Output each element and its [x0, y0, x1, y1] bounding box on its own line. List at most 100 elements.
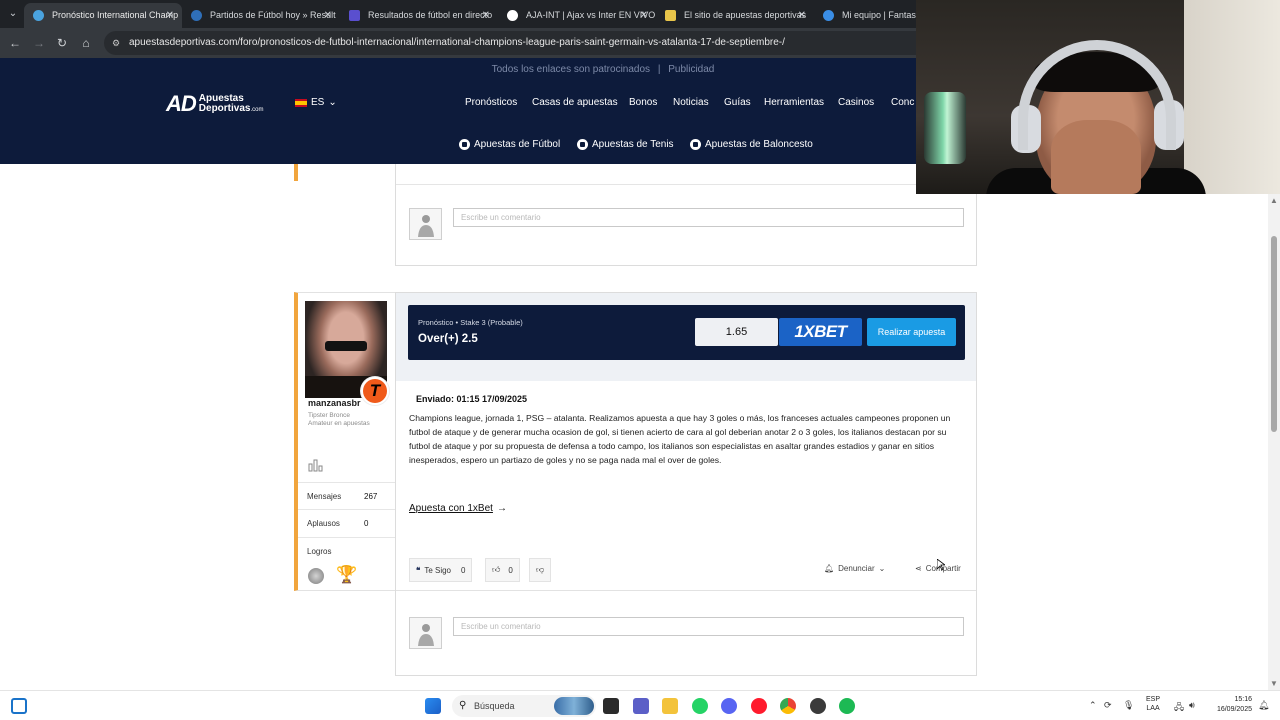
- language-selector[interactable]: ES ⌄: [295, 97, 337, 108]
- browser-tab[interactable]: Pronóstico International Champ ✕: [24, 3, 182, 28]
- nav-item-herramientas[interactable]: Herramientas: [764, 97, 824, 108]
- sponsor-note: Todos los enlaces son patrocinados: [491, 64, 651, 75]
- input-language-indicator[interactable]: ESP LAA: [1146, 695, 1160, 713]
- widgets-icon[interactable]: [11, 698, 27, 714]
- discord-icon[interactable]: [721, 698, 737, 714]
- search-icon: ⚲: [459, 700, 467, 711]
- subnav-label: Apuestas de Baloncesto: [705, 139, 813, 150]
- task-view-icon[interactable]: [603, 698, 619, 714]
- tab-title: Mi equipo | Fantasy F: [842, 10, 916, 20]
- scroll-down-icon[interactable]: ▼: [1270, 679, 1278, 688]
- comment-input[interactable]: Escribe un comentario: [453, 208, 964, 227]
- medal-icon[interactable]: [308, 568, 324, 584]
- taskbar-search[interactable]: ⚲ Búsqueda: [452, 695, 596, 717]
- chevron-up-icon[interactable]: ⌃: [1089, 700, 1097, 711]
- windows-start-icon[interactable]: [425, 698, 441, 714]
- spotify-icon[interactable]: [839, 698, 855, 714]
- previous-post-accent: [294, 164, 298, 181]
- link-label: Apuesta con 1xBet: [409, 503, 493, 514]
- nav-item-casinos[interactable]: Casinos: [838, 97, 874, 108]
- reload-icon[interactable]: ↻: [53, 34, 71, 52]
- microphone-icon[interactable]: 🎙︎: [1123, 700, 1134, 711]
- sync-icon[interactable]: ⟳: [1104, 700, 1112, 711]
- tennis-ball-icon: [577, 139, 588, 150]
- nav-item-casas-de-apuestas[interactable]: Casas de apuestas: [532, 97, 618, 108]
- bookmaker-link[interactable]: Apuesta con 1xBet →: [409, 503, 507, 514]
- close-tab-icon[interactable]: ✕: [166, 3, 174, 28]
- bell-icon: 🔔︎: [824, 564, 835, 573]
- site-favicon-icon: [191, 10, 202, 21]
- language-line: ESP: [1146, 696, 1161, 703]
- volume-icon[interactable]: 🔊︎: [1189, 700, 1195, 711]
- follow-icon: ❝: [416, 565, 421, 575]
- scroll-up-icon[interactable]: ▲: [1270, 196, 1278, 205]
- trophy-icon[interactable]: 🏆: [336, 566, 357, 584]
- like-button[interactable]: 👍︎ 0: [485, 558, 520, 582]
- language-code: ES: [311, 97, 325, 108]
- share-icon: ⋖: [915, 564, 922, 573]
- tipster-badge-icon: T: [361, 377, 389, 405]
- place-bet-button[interactable]: Realizar apuesta: [867, 318, 956, 346]
- chrome-icon[interactable]: [780, 698, 796, 714]
- notifications-icon[interactable]: 🔔︎: [1258, 700, 1269, 711]
- file-explorer-icon[interactable]: [662, 698, 678, 714]
- tab-search-chevron-icon[interactable]: ⌄: [4, 5, 22, 23]
- tipster-level: Amateur en apuestas: [308, 420, 370, 427]
- divider: [396, 184, 976, 185]
- close-tab-icon[interactable]: ✕: [798, 3, 806, 28]
- browser-tab[interactable]: El sitio de apuestas deportivas ✕: [656, 3, 814, 28]
- comment-input[interactable]: Escribe un comentario: [453, 617, 964, 636]
- bet-meta: Pronóstico • Stake 3 (Probable): [418, 318, 523, 327]
- browser-tab[interactable]: Partidos de Fútbol hoy » Result ✕: [182, 3, 340, 28]
- site-info-icon[interactable]: ⚙: [112, 36, 126, 50]
- teams-icon[interactable]: [633, 698, 649, 714]
- back-icon[interactable]: ←: [6, 34, 24, 52]
- forward-icon[interactable]: →: [30, 34, 48, 52]
- close-tab-icon[interactable]: ✕: [482, 3, 490, 28]
- network-icon[interactable]: 🖧︎: [1174, 700, 1184, 716]
- follow-button[interactable]: ❝ Te Sigo 0: [409, 558, 473, 582]
- nav-item-guias[interactable]: Guías: [724, 97, 751, 108]
- dislike-button[interactable]: 👎︎: [529, 558, 552, 582]
- subnav-tennis[interactable]: Apuestas de Tenis: [577, 139, 674, 150]
- logo-line: Deportivas: [198, 102, 251, 114]
- nav-item-noticias[interactable]: Noticias: [673, 97, 709, 108]
- nav-item-pronosticos[interactable]: Pronósticos: [465, 97, 517, 108]
- achievements: Logros 🏆: [298, 537, 396, 591]
- follow-label: Te Sigo: [424, 565, 451, 575]
- site-logo[interactable]: AD Apuestas Deportivas.com: [166, 91, 263, 116]
- close-tab-icon[interactable]: ✕: [640, 3, 648, 28]
- previous-post-card: Escribe un comentario: [395, 164, 977, 266]
- url-text: apuestasdeportivas.com/foro/pronosticos-…: [129, 37, 785, 48]
- report-button[interactable]: 🔔︎ Denunciar ⌄: [824, 564, 885, 573]
- avatar: [409, 208, 442, 240]
- bookmaker-logo[interactable]: 1XBET: [779, 318, 862, 346]
- whatsapp-icon[interactable]: [692, 698, 708, 714]
- odds-value[interactable]: 1.65: [695, 318, 778, 346]
- search-highlight-image: [554, 697, 594, 715]
- scrollbar-thumb[interactable]: [1271, 236, 1277, 432]
- post-body: Champions league, jornada 1, PSG – atala…: [409, 413, 951, 465]
- browser-tab[interactable]: AJA-INT | Ajax vs Inter EN VIVO ✕: [498, 3, 656, 28]
- bar-chart-icon[interactable]: [308, 458, 324, 472]
- browser-tab[interactable]: Resultados de fútbol en directo ✕: [340, 3, 498, 28]
- browser-tab[interactable]: Mi equipo | Fantasy F: [814, 3, 916, 28]
- nav-item-bonos[interactable]: Bonos: [629, 97, 657, 108]
- bet-pick: Over(+) 2.5: [418, 333, 478, 345]
- opera-icon[interactable]: [751, 698, 767, 714]
- page-scrollbar[interactable]: ▲ ▼: [1268, 194, 1280, 690]
- nav-item-concursos[interactable]: Conc: [891, 97, 914, 108]
- advertising-link[interactable]: Publicidad: [668, 64, 714, 75]
- home-icon[interactable]: ⌂: [77, 34, 95, 52]
- stat-messages: Mensajes 267: [298, 482, 396, 509]
- language-line: LAA: [1146, 705, 1160, 712]
- mouse-cursor-icon: [937, 559, 945, 571]
- system-clock[interactable]: 15:16 16/09/2025: [1208, 695, 1252, 715]
- stat-value: 267: [364, 492, 378, 501]
- username[interactable]: manzanasbr: [308, 398, 361, 408]
- logo-mark: AD: [166, 91, 197, 116]
- app-icon[interactable]: [810, 698, 826, 714]
- subnav-basketball[interactable]: Apuestas de Baloncesto: [690, 139, 813, 150]
- close-tab-icon[interactable]: ✕: [324, 3, 332, 28]
- subnav-football[interactable]: Apuestas de Fútbol: [459, 139, 560, 150]
